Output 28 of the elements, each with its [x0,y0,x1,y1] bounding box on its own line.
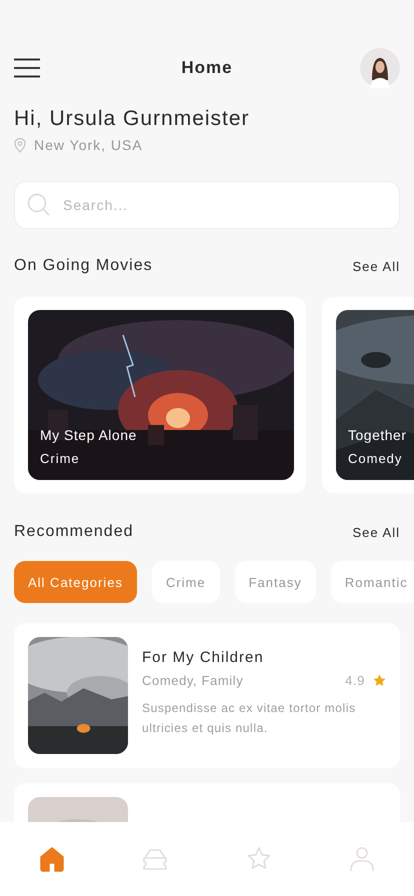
movie-genre: Crime [40,451,81,466]
movie-card[interactable]: Together Comedy [322,297,414,493]
see-all-link[interactable]: See All [352,258,400,274]
movie-card[interactable]: For My Children Comedy, Family 4.9 Suspendisse ac ex vitae tortor molis ultricies et quis nulla. [14,623,400,768]
user-icon[interactable] [349,846,376,872]
menu-icon[interactable] [14,58,40,78]
search-icon [27,193,51,217]
greeting: Hi, Ursula Gurnmeister [14,106,251,132]
star-icon[interactable] [246,846,272,872]
section-title: Recommended [14,523,134,541]
movie-title: Together [348,427,406,443]
section-title: On Going Movies [14,257,153,275]
see-all-link[interactable]: See All [352,524,400,540]
location-pin-icon [14,138,26,152]
star-icon [373,674,386,687]
rating: 4.9 [345,673,365,688]
movie-title: For My Children [142,649,265,666]
movie-genres: Comedy, Family [142,673,244,688]
movie-genre: Comedy [348,451,404,466]
movie-card[interactable]: My Step Alone Crime [14,297,306,493]
avatar[interactable] [360,48,400,88]
ticket-icon[interactable] [142,846,168,872]
home-icon[interactable] [38,846,65,872]
movie-description: Suspendisse ac ex vitae tortor molis ultricies et quis nulla. [142,700,357,737]
search-field[interactable]: Search... [14,181,400,229]
location: New York, USA [34,137,143,153]
page-title: Home [181,58,233,78]
movie-title: My Step Alone [40,427,137,443]
